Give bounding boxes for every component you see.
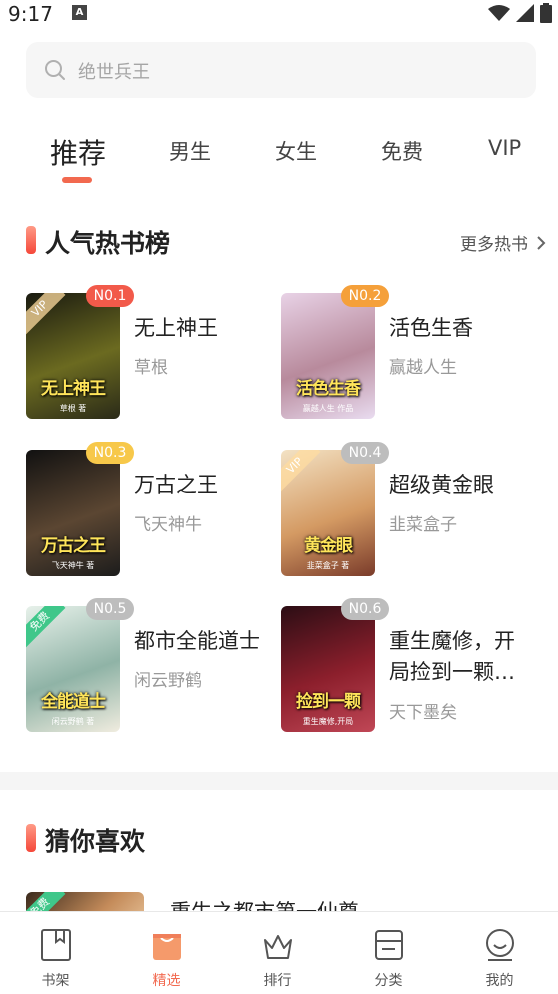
guess-section-title: 猜你喜欢 [45, 827, 146, 856]
cover-author-art: 韭菜盒子 著 [306, 561, 350, 570]
cover-author-art: 重生魔修,开局 [302, 717, 354, 726]
section-marker [26, 226, 36, 254]
profile-icon [486, 929, 514, 961]
category-icon [375, 930, 403, 960]
search-placeholder: 绝世兵王 [78, 62, 150, 83]
cover-author-art: 闲云野鹤 著 [51, 717, 95, 726]
nav-ranking-label: 排行 [263, 973, 292, 989]
cover-author-art: 赢越人生 作品 [302, 404, 354, 413]
notification-badge: A [72, 5, 87, 20]
nav-bookshelf[interactable]: 书架 [0, 912, 111, 994]
section-divider [0, 772, 558, 790]
cover-title-art: 万古之王 [41, 536, 106, 556]
tab-male[interactable]: 男生 [169, 136, 211, 166]
book-title[interactable]: 无上神王 [134, 313, 274, 344]
book-item[interactable]: 捡到一颗 重生魔修,开局 N0.6 重生魔修，开局捡到一颗… 天下墨矣 [281, 598, 541, 732]
tab-recommend[interactable]: 推荐 [50, 132, 106, 172]
vip-ribbon: VIP [26, 293, 66, 335]
book-cover[interactable]: 免费全能道士闲云野鹤 著 [26, 606, 120, 732]
search-icon [45, 60, 65, 80]
vip-ribbon: VIP [281, 450, 321, 492]
crown-icon [264, 935, 292, 959]
book-title[interactable]: 都市全能道士 [134, 626, 274, 657]
book-title[interactable]: 重生魔修，开局捡到一颗… [389, 626, 529, 688]
wifi-icon [488, 5, 510, 21]
book-cover[interactable]: VIP 黄金眼韭菜盒子 著 [281, 450, 375, 576]
bottom-navigation: 书架 精选 排行 分类 我的 [0, 911, 558, 994]
cover-title-art: 无上神王 [41, 379, 106, 399]
cover-title-art: 全能道士 [41, 692, 106, 712]
bookshelf-icon [41, 929, 71, 961]
category-tabs: 推荐 男生 女生 免费 VIP [0, 132, 558, 172]
book-item[interactable]: VIP 无上神王 草根 著 N0.1 无上神王 草根 [26, 285, 286, 419]
book-author: 天下墨矣 [389, 703, 457, 723]
book-item[interactable]: 万古之王 飞天神牛 著 N0.3 万古之王 飞天神牛 [26, 442, 286, 576]
nav-profile-label: 我的 [485, 973, 514, 989]
nav-featured[interactable]: 精选 [111, 912, 222, 994]
rank-badge: N0.6 [341, 598, 389, 620]
cover-title-art: 捡到一颗 [296, 692, 361, 712]
cover-title-art: 活色生香 [296, 379, 361, 399]
book-author: 赢越人生 [389, 358, 457, 378]
nav-profile[interactable]: 我的 [444, 912, 555, 994]
rank-badge: N0.2 [341, 285, 389, 307]
section-marker [26, 824, 36, 852]
nav-ranking[interactable]: 排行 [222, 912, 333, 994]
book-author: 飞天神牛 [134, 515, 202, 535]
book-cover[interactable]: 万古之王飞天神牛 著 [26, 450, 120, 576]
battery-icon [540, 3, 552, 23]
status-icons [488, 3, 552, 23]
book-author: 韭菜盒子 [389, 515, 457, 535]
book-author: 草根 [134, 358, 168, 378]
book-cover[interactable]: 活色生香赢越人生 作品 [281, 293, 375, 419]
rank-badge: N0.5 [86, 598, 134, 620]
tab-free[interactable]: 免费 [381, 136, 423, 166]
cover-title-art: 黄金眼 [304, 536, 353, 556]
search-bar[interactable]: 绝世兵王 [26, 42, 536, 98]
status-time: 9:17 [8, 2, 53, 26]
book-cover[interactable]: 捡到一颗重生魔修,开局 [281, 606, 375, 732]
cellular-signal-icon [516, 4, 534, 22]
nav-category-label: 分类 [374, 973, 403, 989]
hot-section-title: 人气热书榜 [45, 229, 171, 258]
more-hot-books-label: 更多热书 [460, 235, 528, 255]
book-title[interactable]: 活色生香 [389, 313, 529, 344]
more-hot-books-link[interactable]: 更多热书 [460, 230, 546, 255]
chevron-right-icon [537, 235, 546, 250]
tab-vip[interactable]: VIP [488, 136, 521, 160]
free-ribbon: 免费 [26, 606, 66, 648]
nav-category[interactable]: 分类 [333, 912, 444, 994]
book-item[interactable]: VIP 黄金眼韭菜盒子 著 N0.4 超级黄金眼韭菜盒子 [281, 442, 541, 576]
featured-bag-icon [153, 934, 181, 960]
rank-badge: N0.3 [86, 442, 134, 464]
book-title[interactable]: 万古之王 [134, 470, 274, 501]
book-item[interactable]: 活色生香 赢越人生 作品 N0.2 活色生香 赢越人生 [281, 285, 541, 419]
nav-bookshelf-label: 书架 [41, 973, 70, 989]
cover-author-art: 草根 著 [59, 404, 87, 413]
tab-female[interactable]: 女生 [275, 136, 317, 166]
active-tab-indicator [62, 177, 92, 183]
nav-featured-label: 精选 [152, 973, 181, 989]
book-item[interactable]: 免费 全能道士 闲云野鹤 著 N0.5 都市全能道士 闲云野鹤 [26, 598, 286, 732]
status-bar: 9:17 A [0, 0, 558, 28]
rank-badge: N0.4 [341, 442, 389, 464]
book-cover[interactable]: VIP 无上神王草根 著 [26, 293, 120, 419]
cover-author-art: 飞天神牛 著 [51, 561, 95, 570]
rank-badge: N0.1 [86, 285, 134, 307]
book-title[interactable]: 超级黄金眼 [389, 470, 529, 501]
book-author: 闲云野鹤 [134, 671, 202, 691]
